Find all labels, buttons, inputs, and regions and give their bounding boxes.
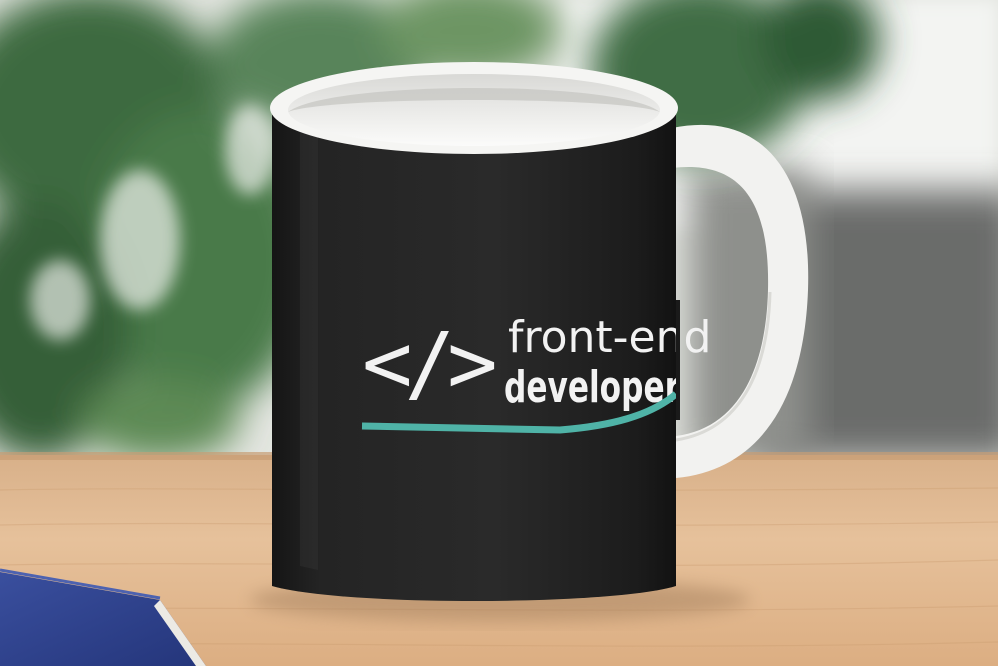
photo-canvas: </> front-end developer bbox=[0, 0, 998, 666]
mug-rim-inner bbox=[288, 74, 660, 146]
mug-body-highlight bbox=[300, 130, 318, 570]
print-line-front-end: front-end bbox=[508, 312, 711, 363]
product-photo: </> front-end developer bbox=[0, 0, 998, 666]
code-symbol-icon: </> bbox=[362, 314, 494, 412]
mug-right-edge bbox=[676, 300, 680, 420]
